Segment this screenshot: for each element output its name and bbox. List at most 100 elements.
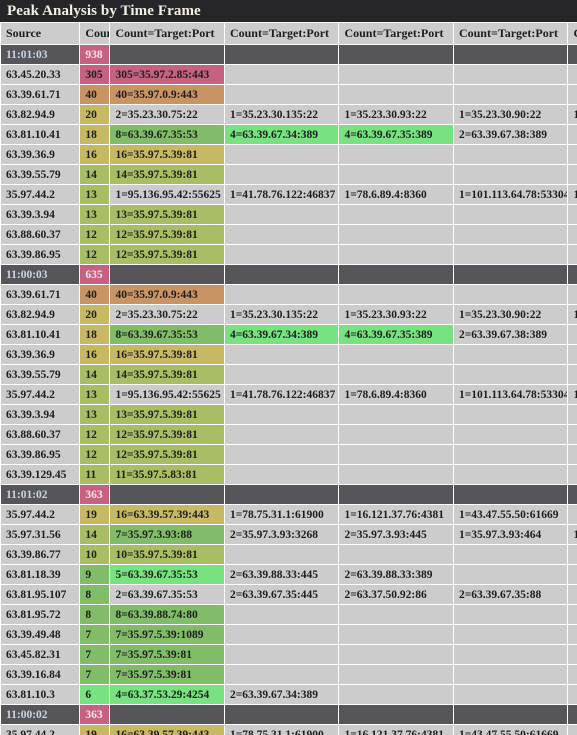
cell-target-port: 11=35.97.5.83:81 <box>110 465 224 484</box>
section-header-filler <box>224 265 339 284</box>
time-section-header-row[interactable]: 11:01:02 363 <box>1 485 577 504</box>
cell-source: 63.45.82.31 <box>1 645 80 664</box>
cell-source: 35.97.44.2 <box>1 725 80 735</box>
cell-source: 63.81.95.72 <box>1 605 80 624</box>
cell-target-port <box>568 145 577 164</box>
cell-source: 63.39.36.9 <box>1 345 80 364</box>
cell-source: 63.39.3.94 <box>1 205 80 224</box>
table-row[interactable]: 63.81.10.41 18 8=63.39.67.35:53 4=63.39.67.… <box>1 325 577 344</box>
section-total-count: 938 <box>80 45 110 64</box>
table-row[interactable]: 63.39.55.79 14 14=35.97.5.39:81 <box>1 165 577 184</box>
table-row[interactable]: 63.39.16.84 7 7=35.97.5.39:81 <box>1 665 577 684</box>
table-row[interactable]: 63.39.86.77 10 10=35.97.5.39:81 <box>1 545 577 564</box>
cell-count: 14 <box>80 165 110 184</box>
table-row[interactable]: 63.45.82.31 7 7=35.97.5.39:81 <box>1 645 577 664</box>
column-header-t5[interactable]: Count=Target:Port <box>568 23 577 44</box>
table-row[interactable]: 63.39.55.79 14 14=35.97.5.39:81 <box>1 365 577 384</box>
cell-count: 6 <box>80 685 110 704</box>
section-total-count: 363 <box>80 705 110 724</box>
cell-target-port <box>339 225 453 244</box>
table-row[interactable]: 63.39.49.48 7 7=35.97.5.39:1089 <box>1 625 577 644</box>
cell-target-port: 1 <box>568 105 577 124</box>
cell-target-port: 1=35.23.30.90:22 <box>453 105 568 124</box>
cell-target-port <box>453 365 568 384</box>
peak-analysis-table-scroll[interactable]: SourceCountCount=Target:PortCount=Target… <box>0 22 577 735</box>
cell-count: 13 <box>80 405 110 424</box>
column-header-count[interactable]: Count <box>80 23 110 44</box>
cell-target-port: 1=78.6.89.4:8360 <box>339 385 453 404</box>
cell-target-port <box>339 165 453 184</box>
cell-target-port <box>224 165 339 184</box>
cell-target-port: 1=35.97.3.93:464 <box>453 525 568 544</box>
table-row[interactable]: 63.81.95.107 8 2=63.39.67.35:53 2=63.39.67.… <box>1 585 577 604</box>
table-row[interactable]: 63.39.36.9 16 16=35.97.5.39:81 <box>1 145 577 164</box>
table-row[interactable]: 63.39.36.9 16 16=35.97.5.39:81 <box>1 345 577 364</box>
cell-target-port <box>339 65 453 84</box>
cell-target-port: 2=35.23.30.75:22 <box>110 105 224 124</box>
table-body: 11:01:03 938 63.45.20.33 305 305=35.97.2.85:… <box>1 45 577 735</box>
cell-source: 63.81.18.39 <box>1 565 80 584</box>
table-row[interactable]: 63.39.61.71 40 40=35.97.0.9:443 <box>1 85 577 104</box>
table-row[interactable]: 63.88.60.37 12 12=35.97.5.39:81 <box>1 225 577 244</box>
cell-target-port <box>453 345 568 364</box>
table-row[interactable]: 63.39.86.95 12 12=35.97.5.39:81 <box>1 245 577 264</box>
cell-target-port <box>453 685 568 704</box>
table-row[interactable]: 63.45.20.33 305 305=35.97.2.85:443 <box>1 65 577 84</box>
table-row[interactable]: 63.81.18.39 9 5=63.39.67.35:53 2=63.39.88.3… <box>1 565 577 584</box>
section-total-count: 363 <box>80 485 110 504</box>
table-row[interactable]: 63.81.10.3 6 4=63.37.53.29:4254 2=63.39.67.… <box>1 685 577 704</box>
section-timestamp: 11:00:02 <box>1 705 80 724</box>
table-row[interactable]: 63.82.94.9 20 2=35.23.30.75:22 1=35.23.30.1… <box>1 305 577 324</box>
cell-target-port <box>568 445 577 464</box>
cell-target-port <box>568 325 577 344</box>
section-timestamp: 11:00:03 <box>1 265 80 284</box>
table-head: SourceCountCount=Target:PortCount=Target… <box>1 23 577 44</box>
time-section-header-row[interactable]: 11:00:03 635 <box>1 265 577 284</box>
cell-source: 63.39.86.77 <box>1 545 80 564</box>
cell-target-port: 13=35.97.5.39:81 <box>110 405 224 424</box>
cell-target-port: 4=63.39.67.35:389 <box>339 325 453 344</box>
cell-source: 63.39.129.45 <box>1 465 80 484</box>
column-header-source[interactable]: Source <box>1 23 80 44</box>
time-section-header-row[interactable]: 11:00:02 363 <box>1 705 577 724</box>
column-header-t4[interactable]: Count=Target:Port <box>453 23 568 44</box>
section-header-filler <box>568 485 577 504</box>
table-row[interactable]: 63.39.86.95 12 12=35.97.5.39:81 <box>1 445 577 464</box>
table-row[interactable]: 35.97.44.2 13 1=95.136.95.42:55625 1=41.78.… <box>1 185 577 204</box>
cell-count: 14 <box>80 525 110 544</box>
cell-target-port: 1=35.23.30.93:22 <box>339 105 453 124</box>
table-row[interactable]: 63.39.129.45 11 11=35.97.5.83:81 <box>1 465 577 484</box>
cell-count: 10 <box>80 545 110 564</box>
table-row[interactable]: 35.97.31.56 14 7=35.97.3.93:88 2=35.97.3.93… <box>1 525 577 544</box>
cell-target-port: 2=63.39.67.38:389 <box>453 325 568 344</box>
section-header-filler <box>453 485 568 504</box>
cell-target-port <box>339 625 453 644</box>
cell-target-port <box>339 445 453 464</box>
cell-count: 40 <box>80 85 110 104</box>
table-row[interactable]: 63.81.95.72 8 8=63.39.88.74:80 <box>1 605 577 624</box>
cell-target-port <box>339 685 453 704</box>
section-header-filler <box>339 485 453 504</box>
cell-count: 12 <box>80 245 110 264</box>
cell-target-port <box>453 665 568 684</box>
table-row[interactable]: 63.81.10.41 18 8=63.39.67.35:53 4=63.39.67.… <box>1 125 577 144</box>
cell-target-port <box>339 465 453 484</box>
time-section-header-row[interactable]: 11:01:03 938 <box>1 45 577 64</box>
table-row[interactable]: 63.39.61.71 40 40=35.97.0.9:443 <box>1 285 577 304</box>
cell-target-port <box>453 565 568 584</box>
column-header-t3[interactable]: Count=Target:Port <box>339 23 453 44</box>
table-row[interactable]: 35.97.44.2 19 16=63.39.57.39:443 1=78.75.31… <box>1 505 577 524</box>
table-row[interactable]: 63.39.3.94 13 13=35.97.5.39:81 <box>1 405 577 424</box>
column-header-t1[interactable]: Count=Target:Port <box>110 23 224 44</box>
table-row[interactable]: 63.39.3.94 13 13=35.97.5.39:81 <box>1 205 577 224</box>
table-row[interactable]: 63.88.60.37 12 12=35.97.5.39:81 <box>1 425 577 444</box>
column-header-t2[interactable]: Count=Target:Port <box>224 23 339 44</box>
table-row[interactable]: 35.97.44.2 13 1=95.136.95.42:55625 1=41.78.… <box>1 385 577 404</box>
table-row[interactable]: 35.97.44.2 19 16=63.39.57.39:443 1=78.75.31… <box>1 725 577 735</box>
cell-target-port <box>568 405 577 424</box>
cell-target-port: 2=35.97.3.93:3268 <box>224 525 339 544</box>
section-timestamp: 11:01:03 <box>1 45 80 64</box>
cell-count: 7 <box>80 665 110 684</box>
section-header-filler <box>110 45 224 64</box>
table-row[interactable]: 63.82.94.9 20 2=35.23.30.75:22 1=35.23.30.1… <box>1 105 577 124</box>
